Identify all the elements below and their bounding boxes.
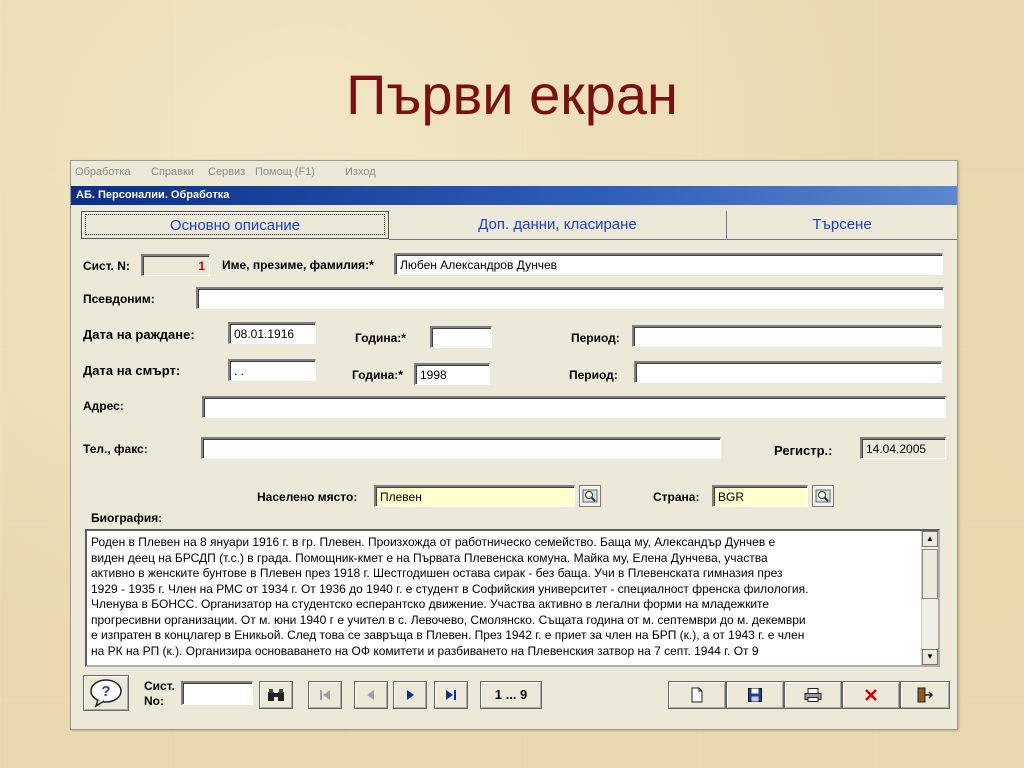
scroll-up-icon[interactable]: ▲ [922, 531, 938, 547]
death-date-field[interactable]: . . [228, 359, 316, 381]
scroll-down-icon[interactable]: ▼ [922, 649, 938, 665]
bio-line: Роден в Плевен на 8 януари 1916 г. в гр.… [91, 535, 776, 549]
registered-label: Регистр.: [774, 443, 833, 458]
question-icon: ? [90, 679, 122, 708]
tab-label: Основно описание [85, 214, 385, 235]
place-label: Населено място: [257, 490, 358, 504]
death-year-field[interactable]: 1998 [414, 363, 490, 385]
tab-search[interactable]: Търсене [727, 211, 957, 239]
bio-line: прогресивни организации. От м. юни 1940 … [91, 612, 806, 627]
print-button[interactable] [784, 681, 842, 709]
exit-icon [917, 687, 934, 703]
bio-line: е изпратен в концлагер в Еникьой. След т… [91, 628, 805, 642]
record-range-button[interactable]: 1 ... 9 [480, 681, 542, 709]
place-field[interactable]: Плевен [374, 485, 575, 507]
last-record-button[interactable] [434, 681, 468, 709]
birth-year-label: Година:* [355, 331, 406, 345]
next-record-icon [407, 690, 414, 700]
delete-icon [865, 689, 877, 701]
biography-label: Биография: [91, 511, 163, 525]
tab-label: Доп. данни, класиране [478, 216, 637, 233]
new-record-button[interactable] [668, 681, 726, 709]
sys-no-field: 1 [141, 254, 210, 276]
exit-button[interactable] [900, 681, 950, 709]
prev-record-button[interactable] [354, 681, 388, 709]
save-button[interactable] [726, 681, 784, 709]
name-label: Име, презиме, фамилия:* [222, 258, 374, 272]
menu-item-processing[interactable]: Обработка [75, 166, 130, 178]
place-search-button[interactable] [579, 485, 601, 507]
magnifier-icon [582, 489, 598, 503]
delete-button[interactable] [842, 681, 900, 709]
country-label: Страна: [653, 490, 700, 504]
last-record-icon [446, 690, 456, 700]
scroll-thumb[interactable] [922, 549, 938, 599]
birth-date-label: Дата на раждане: [83, 327, 195, 342]
svg-text:?: ? [101, 683, 110, 700]
death-period-label: Период: [569, 368, 618, 382]
tab-main-description[interactable]: Основно описание [81, 211, 389, 239]
bottom-sys-label: Сист. [144, 679, 175, 693]
address-label: Адрес: [83, 399, 124, 413]
print-icon [804, 688, 822, 702]
tab-divider [389, 239, 957, 240]
menu-item-exit[interactable]: Изход [345, 166, 376, 178]
biography-textarea[interactable]: Роден в Плевен на 8 януари 1916 г. в гр.… [85, 529, 940, 667]
goto-sys-no-field[interactable] [181, 681, 253, 705]
next-record-button[interactable] [393, 681, 427, 709]
pseudonym-field[interactable] [196, 287, 944, 309]
bio-line: 1929 - 1935 г. Член на РМС от 1934 г. От… [91, 581, 809, 596]
birth-date-field[interactable]: 08.01.1916 [228, 322, 316, 344]
bio-line: виден деец на БРСДП (т.с.) в града. Помо… [91, 550, 768, 565]
address-field[interactable] [202, 396, 946, 418]
registered-date-field: 14.04.2005 [860, 437, 946, 459]
window-titlebar: АБ. Персоналии. Обработка [71, 186, 957, 205]
death-date-label: Дата на смърт: [83, 363, 181, 378]
bio-line: Членува в БОНСС. Организатор на студентс… [91, 597, 770, 611]
phone-label: Тел., факс: [83, 442, 148, 456]
phone-field[interactable] [201, 437, 721, 459]
window-title: АБ. Персоналии. Обработка [76, 189, 230, 201]
first-record-icon [320, 690, 330, 700]
birth-year-field[interactable] [430, 326, 492, 348]
application-window: Обработка Справки Сервиз Помощ (F1) Изхо… [70, 160, 958, 730]
bio-scrollbar[interactable]: ▲ ▼ [921, 531, 938, 665]
menu-bar: Обработка Справки Сервиз Помощ (F1) Изхо… [71, 161, 957, 185]
first-record-button[interactable] [308, 681, 342, 709]
help-button[interactable]: ? [83, 675, 129, 711]
sys-no-label: Сист. N: [83, 259, 130, 273]
country-search-button[interactable] [812, 485, 834, 507]
name-field[interactable]: Любен Александров Дунчев [394, 253, 943, 275]
save-icon [748, 688, 762, 702]
binoculars-icon [268, 689, 284, 701]
death-period-field[interactable] [634, 361, 942, 383]
find-button[interactable] [259, 681, 293, 709]
birth-period-label: Период: [571, 331, 620, 345]
tab-additional-data[interactable]: Доп. данни, класиране [389, 211, 727, 239]
new-document-icon [691, 687, 703, 703]
bio-line: на РК на РП (к.). Организира основаванет… [91, 643, 759, 658]
slide-title: Първи екран [346, 63, 678, 126]
bottom-no-label: No: [144, 694, 164, 708]
death-year-label: Година:* [352, 368, 403, 382]
tab-label: Търсене [812, 216, 872, 233]
menu-item-reports[interactable]: Справки [151, 166, 194, 178]
magnifier-icon [815, 489, 831, 503]
menu-item-service[interactable]: Сервиз [208, 166, 245, 178]
birth-period-field[interactable] [632, 325, 942, 347]
pseudonym-label: Псевдоним: [83, 292, 155, 306]
bio-line: активно в женските бунтове в Плевен през… [91, 566, 783, 580]
menu-item-help[interactable]: Помощ (F1) [255, 166, 315, 178]
country-field[interactable]: BGR [712, 485, 808, 507]
prev-record-icon [367, 690, 374, 700]
